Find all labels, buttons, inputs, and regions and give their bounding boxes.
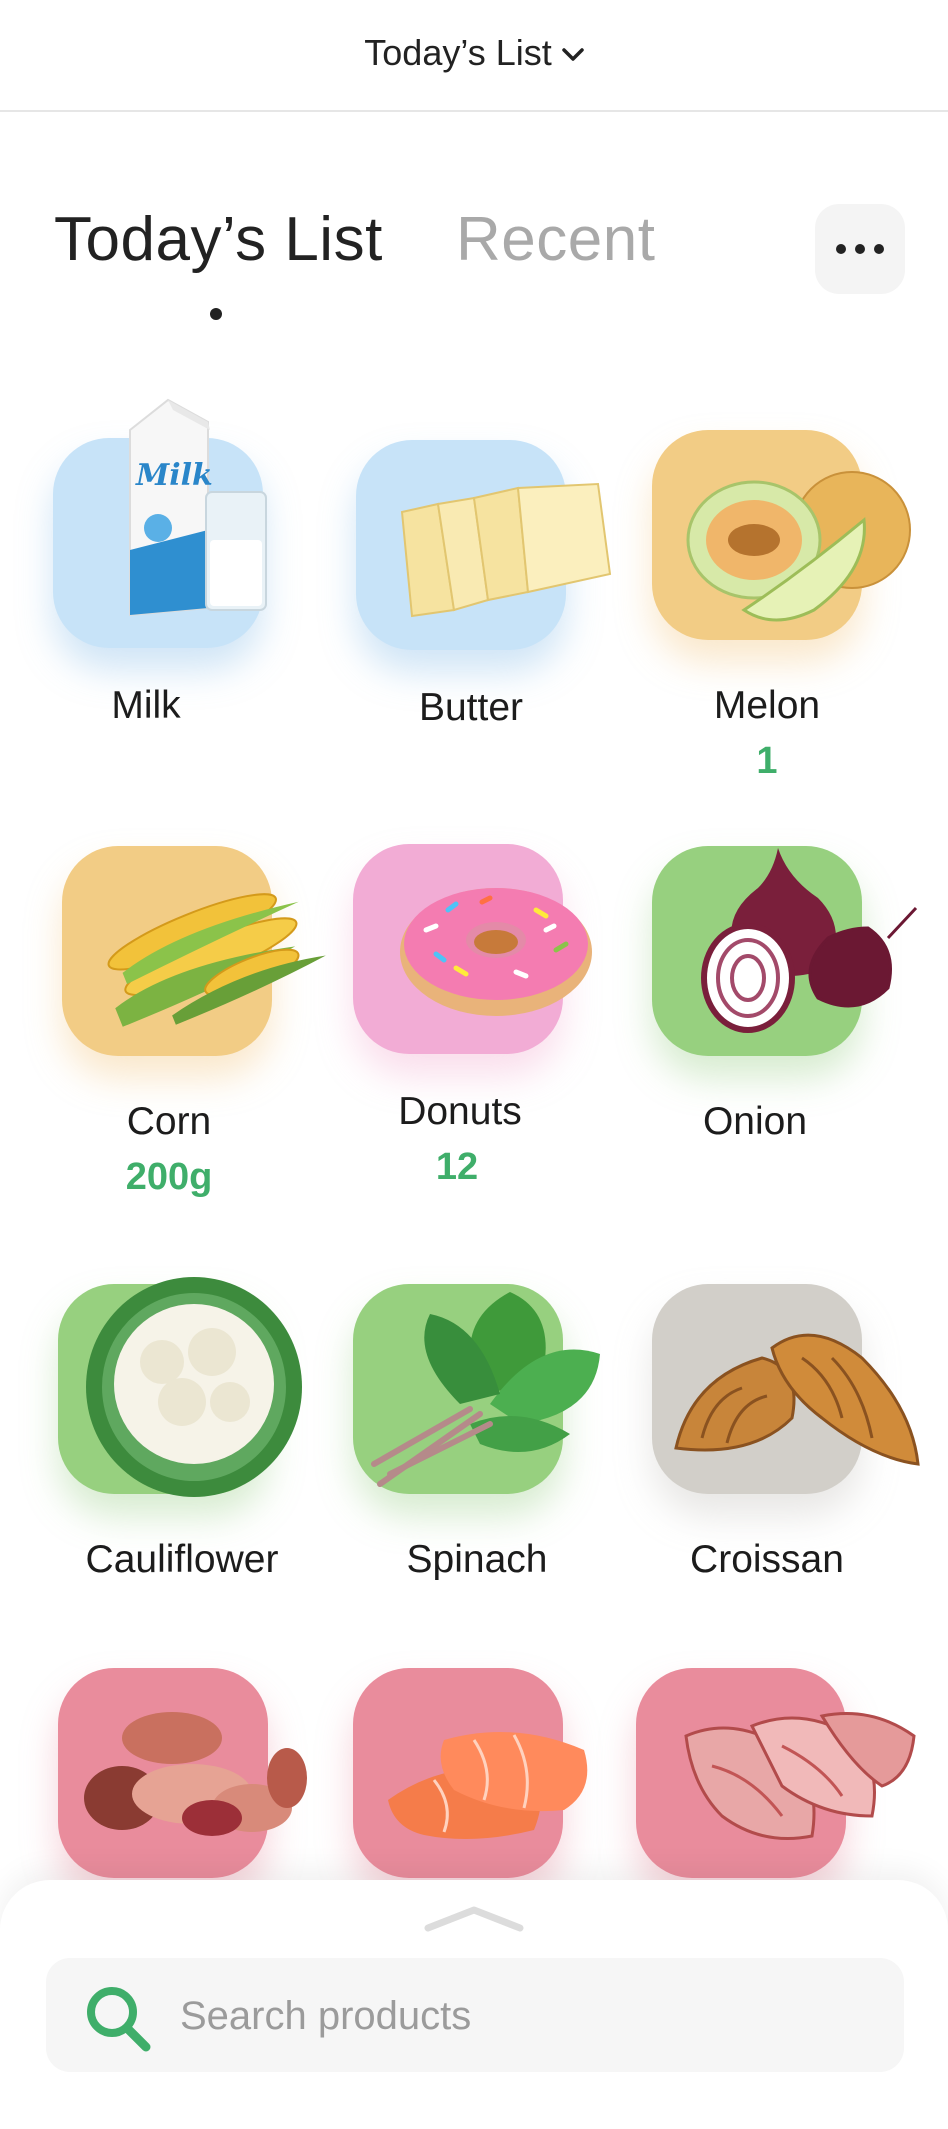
bottom-sheet: Search products <box>0 1880 948 2129</box>
melon-icon <box>686 471 911 622</box>
product-quantity: 1 <box>756 740 778 782</box>
more-options-button[interactable] <box>815 204 905 294</box>
active-tab-indicator <box>210 308 222 320</box>
bacon-icon <box>684 1712 916 1840</box>
butter-icon <box>400 482 612 618</box>
product-name: Cauliflower <box>85 1538 279 1581</box>
cold-cuts-icon <box>84 1712 307 1836</box>
spinach-icon <box>371 1292 600 1487</box>
onion-icon <box>701 848 918 1033</box>
product-name: Croissan <box>690 1538 844 1581</box>
product-name: Spinach <box>406 1538 548 1581</box>
product-name: Butter <box>418 686 524 729</box>
corn-icon <box>107 893 326 1027</box>
tab-todays-list[interactable]: Today’s List <box>54 200 383 280</box>
salmon-icon <box>388 1732 588 1839</box>
tab-recent[interactable]: Recent <box>456 200 655 280</box>
tab-bar: Today’s List Recent <box>54 200 914 320</box>
search-icon <box>87 1987 151 2052</box>
more-options-icon <box>836 244 846 254</box>
cauliflower-icon <box>86 1277 302 1497</box>
product-name: Donuts <box>398 1090 522 1133</box>
search-bar[interactable]: Search products <box>46 1958 904 2072</box>
croissant-icon <box>674 1333 920 1466</box>
list-selector[interactable]: Today’s List <box>0 32 948 74</box>
search-input[interactable]: Search products <box>180 1994 471 2039</box>
product-quantity: 12 <box>435 1146 479 1188</box>
chevron-down-icon <box>561 48 584 62</box>
product-name: Onion <box>702 1100 808 1143</box>
product-name: Corn <box>126 1100 212 1143</box>
list-selector-label: Today’s List <box>364 32 552 73</box>
donut-icon <box>400 888 592 1016</box>
svg-text:Milk: Milk <box>135 458 213 493</box>
milk-carton-icon: Milk <box>129 398 267 617</box>
product-name: Milk <box>111 684 181 727</box>
product-quantity: 200g <box>125 1156 213 1198</box>
top-bar: Today’s List <box>0 0 948 112</box>
product-name: Melon <box>713 684 821 727</box>
chevron-up-icon[interactable] <box>424 1904 524 1932</box>
